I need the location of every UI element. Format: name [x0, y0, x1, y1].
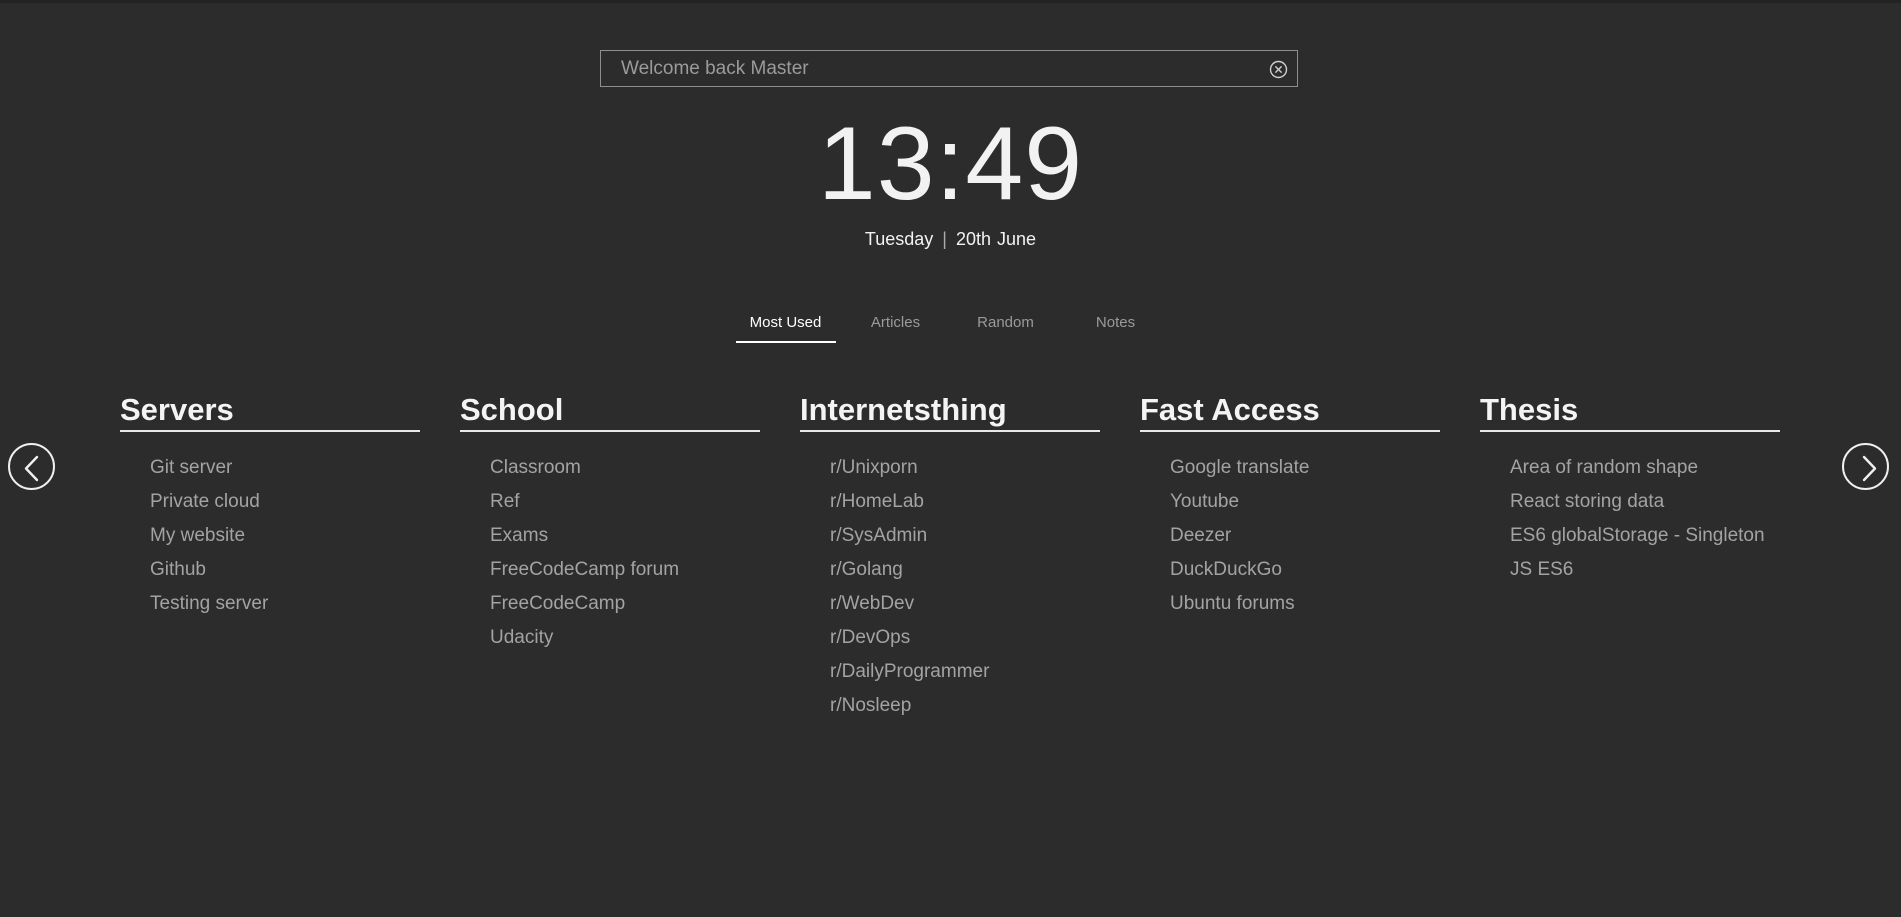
date-month: June [997, 229, 1037, 249]
link-item[interactable]: Udacity [490, 621, 760, 655]
link-item[interactable]: r/DevOps [830, 621, 1100, 655]
column-title: Servers [120, 390, 420, 432]
tab-articles[interactable]: Articles [841, 311, 951, 341]
top-border [0, 0, 1901, 3]
link-item[interactable]: r/Unixporn [830, 451, 1100, 485]
link-list: Classroom Ref Exams FreeCodeCamp forum F… [460, 432, 760, 655]
link-item[interactable]: r/SysAdmin [830, 519, 1100, 553]
date-day: 20th [955, 229, 992, 249]
link-item[interactable]: r/Golang [830, 553, 1100, 587]
link-item[interactable]: Deezer [1170, 519, 1440, 553]
tab-bar: Most Used Articles Random Notes [0, 311, 1901, 345]
link-item[interactable]: Ubuntu forums [1170, 587, 1440, 621]
column-title: Thesis [1480, 390, 1780, 432]
link-item[interactable]: Exams [490, 519, 760, 553]
link-item[interactable]: r/HomeLab [830, 485, 1100, 519]
link-item[interactable]: Git server [150, 451, 420, 485]
column-fast-access: Fast Access Google translate Youtube Dee… [1140, 390, 1440, 621]
link-item[interactable]: FreeCodeCamp [490, 587, 760, 621]
column-title: Fast Access [1140, 390, 1440, 432]
link-item[interactable]: FreeCodeCamp forum [490, 553, 760, 587]
next-page-button[interactable] [1842, 443, 1889, 490]
link-item[interactable]: Ref [490, 485, 760, 519]
date-separator: | [942, 229, 947, 249]
chevron-right-icon [1862, 455, 1877, 482]
link-list: r/Unixporn r/HomeLab r/SysAdmin r/Golang… [800, 432, 1100, 723]
link-item[interactable]: My website [150, 519, 420, 553]
column-title: School [460, 390, 760, 432]
date-line: Tuesday | 20th June [0, 229, 1901, 250]
column-school: School Classroom Ref Exams FreeCodeCamp … [460, 390, 760, 655]
link-item[interactable]: r/Nosleep [830, 689, 1100, 723]
chevron-left-icon [24, 455, 39, 482]
link-item[interactable]: r/WebDev [830, 587, 1100, 621]
link-list: Git server Private cloud My website Gith… [120, 432, 420, 621]
column-thesis: Thesis Area of random shape React storin… [1480, 390, 1780, 587]
clear-circle-x-icon[interactable] [1269, 60, 1288, 79]
link-item[interactable]: Google translate [1170, 451, 1440, 485]
link-item[interactable]: Youtube [1170, 485, 1440, 519]
prev-page-button[interactable] [8, 443, 55, 490]
link-item[interactable]: Github [150, 553, 420, 587]
search-input[interactable] [601, 51, 1297, 86]
column-servers: Servers Git server Private cloud My webs… [120, 390, 420, 621]
tab-random[interactable]: Random [951, 311, 1061, 341]
link-item[interactable]: DuckDuckGo [1170, 553, 1440, 587]
link-item[interactable]: Private cloud [150, 485, 420, 519]
column-internetsthing: Internetsthing r/Unixporn r/HomeLab r/Sy… [800, 390, 1100, 723]
link-item[interactable]: React storing data [1510, 485, 1780, 519]
link-item[interactable]: Classroom [490, 451, 760, 485]
link-item[interactable]: r/DailyProgrammer [830, 655, 1100, 689]
link-list: Area of random shape React storing data … [1480, 432, 1780, 587]
tab-notes[interactable]: Notes [1061, 311, 1171, 341]
link-item[interactable]: JS ES6 [1510, 553, 1780, 587]
column-title: Internetsthing [800, 390, 1100, 432]
link-item[interactable]: Area of random shape [1510, 451, 1780, 485]
link-item[interactable]: ES6 globalStorage - Singleton [1510, 519, 1780, 553]
link-list: Google translate Youtube Deezer DuckDuck… [1140, 432, 1440, 621]
search-bar [600, 50, 1298, 87]
link-item[interactable]: Testing server [150, 587, 420, 621]
date-weekday: Tuesday [864, 229, 934, 249]
clock-time: 13:49 [817, 106, 1084, 222]
tab-most-used[interactable]: Most Used [735, 311, 836, 343]
